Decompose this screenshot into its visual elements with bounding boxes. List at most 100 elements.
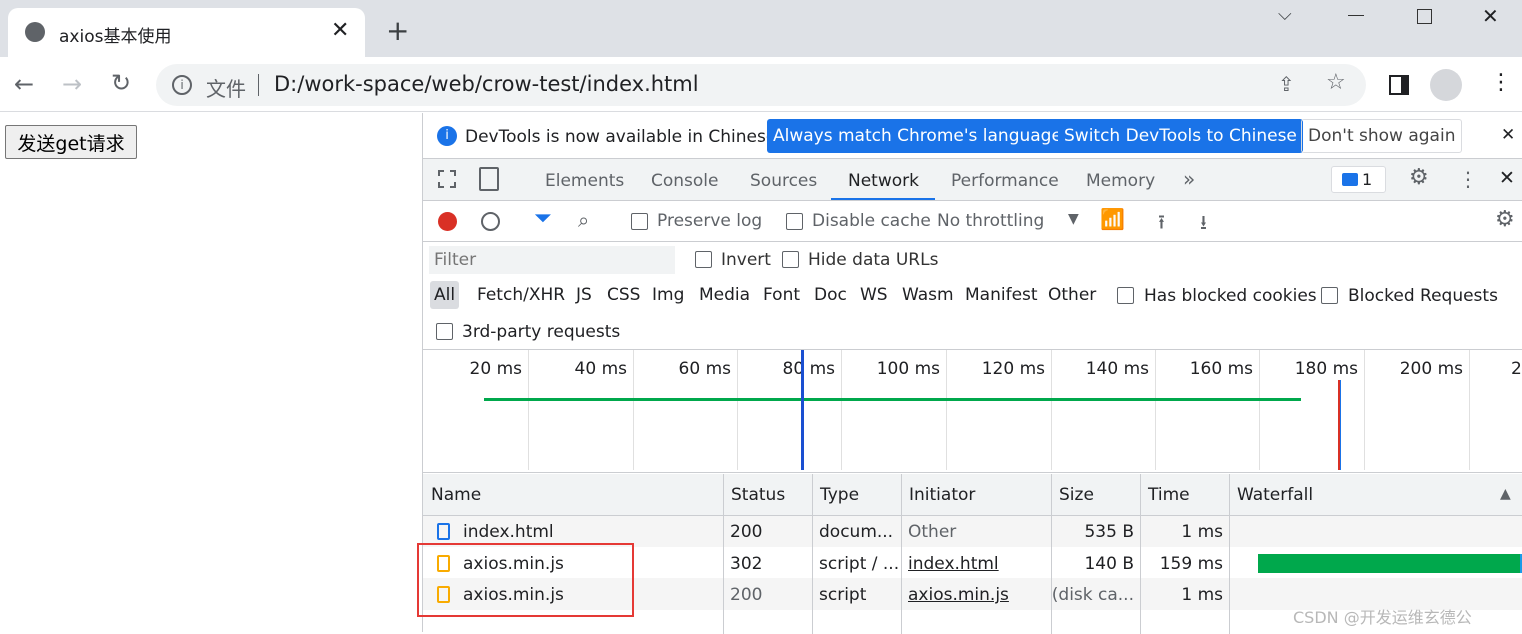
timeline-gridline	[633, 350, 634, 470]
column-header-time[interactable]: Time	[1148, 485, 1190, 505]
hide-data-urls-checkbox[interactable]	[782, 251, 799, 268]
preserve-log-checkbox[interactable]	[631, 213, 648, 230]
column-divider	[1140, 474, 1141, 634]
cell-size: 535 B	[1084, 522, 1134, 542]
cell-size: 140 B	[1084, 553, 1134, 574]
maximize-icon[interactable]	[1417, 9, 1432, 24]
column-divider	[723, 474, 724, 634]
close-infobar-icon[interactable]: ✕	[1501, 125, 1515, 145]
cell-initiator: Other	[908, 522, 957, 542]
column-divider	[1051, 474, 1052, 634]
reload-icon[interactable]: ↻	[111, 69, 131, 97]
infobar-message: DevTools is now available in Chinese!	[465, 127, 784, 147]
send-get-request-button[interactable]: 发送get请求	[5, 125, 137, 159]
sort-ascending-icon[interactable]: ▲	[1500, 486, 1511, 502]
filter-input[interactable]	[429, 246, 675, 274]
address-bar[interactable]: i 文件 D:/work-space/web/crow-test/index.h…	[156, 64, 1366, 106]
settings-gear-icon[interactable]: ⚙	[1409, 165, 1429, 190]
tab-sources[interactable]: Sources	[750, 171, 817, 191]
timeline-gridline	[1051, 350, 1052, 470]
type-filter-other[interactable]: Other	[1048, 285, 1096, 305]
filter-funnel-icon[interactable]: ⏷	[534, 206, 552, 231]
timeline-tick-label: 40 ms	[574, 359, 627, 379]
menu-kebab-icon[interactable]: ⋮	[1490, 70, 1512, 95]
third-party-checkbox[interactable]	[436, 323, 453, 340]
info-icon: i	[437, 126, 457, 146]
bookmark-star-icon[interactable]: ☆	[1326, 70, 1346, 95]
type-filter-doc[interactable]: Doc	[814, 285, 847, 305]
disable-cache-checkbox[interactable]	[786, 213, 803, 230]
search-icon[interactable]: ⌕	[578, 208, 589, 232]
close-devtools-icon[interactable]: ✕	[1499, 167, 1515, 189]
tab-elements[interactable]: Elements	[545, 171, 624, 191]
close-tab-icon[interactable]: ✕	[331, 18, 349, 43]
timeline-tick-label: 140 ms	[1085, 359, 1149, 379]
tab-performance[interactable]: Performance	[951, 171, 1059, 191]
url-prefix: 文件	[206, 77, 246, 101]
type-filter-ws[interactable]: WS	[860, 285, 888, 305]
blocked-requests-checkbox[interactable]	[1321, 287, 1338, 304]
new-tab-icon[interactable]: +	[386, 14, 409, 47]
inspect-element-icon[interactable]	[438, 170, 456, 188]
back-icon[interactable]: ←	[14, 70, 34, 98]
minimize-icon[interactable]	[1348, 15, 1364, 16]
throttling-select[interactable]: No throttling	[937, 211, 1044, 231]
dont-show-again-button[interactable]: Don't show again	[1301, 119, 1463, 153]
devtools-menu-icon[interactable]: ⋮	[1458, 167, 1478, 191]
tab-console[interactable]: Console	[651, 171, 719, 191]
tab-search-icon[interactable]: ⌵	[1278, 4, 1292, 25]
network-conditions-icon[interactable]: 📶	[1100, 207, 1125, 231]
type-filter-img[interactable]: Img	[652, 285, 684, 305]
switch-to-chinese-button[interactable]: Switch DevTools to Chinese	[1058, 119, 1303, 153]
cell-status: 200	[730, 585, 763, 605]
timeline-gridline	[1259, 350, 1260, 470]
blocked-requests-label: Blocked Requests	[1348, 286, 1498, 306]
cell-name[interactable]: index.html	[463, 522, 554, 542]
close-window-icon[interactable]: ✕	[1482, 4, 1499, 28]
message-icon	[1342, 173, 1358, 186]
blocked-cookies-label: Has blocked cookies	[1144, 286, 1317, 306]
timeline-tick-label: 120 ms	[981, 359, 1045, 379]
type-filter-manifest[interactable]: Manifest	[965, 285, 1038, 305]
type-filter-font[interactable]: Font	[763, 285, 800, 305]
timeline-tick-label: 100 ms	[876, 359, 940, 379]
type-filter-fetch-xhr[interactable]: Fetch/XHR	[477, 285, 565, 305]
blocked-cookies-checkbox[interactable]	[1117, 287, 1134, 304]
clear-icon[interactable]	[481, 212, 500, 231]
type-filter-wasm[interactable]: Wasm	[902, 285, 954, 305]
column-header-type[interactable]: Type	[820, 485, 859, 505]
invert-checkbox[interactable]	[695, 251, 712, 268]
tab-network[interactable]: Network	[848, 171, 919, 191]
share-icon[interactable]: ⇪	[1278, 72, 1295, 96]
column-header-initiator[interactable]: Initiator	[909, 485, 975, 505]
network-settings-icon[interactable]: ⚙	[1495, 207, 1515, 232]
timeline-gridline	[1155, 350, 1156, 470]
column-header-size[interactable]: Size	[1059, 485, 1094, 505]
always-match-language-button[interactable]: Always match Chrome's language	[767, 119, 1068, 153]
side-panel-icon[interactable]	[1389, 75, 1409, 95]
device-toolbar-icon[interactable]	[479, 167, 499, 191]
type-filter-js[interactable]: JS	[576, 285, 592, 305]
issues-badge[interactable]: 1	[1331, 166, 1386, 193]
type-filter-all[interactable]: All	[430, 281, 460, 309]
tab-memory[interactable]: Memory	[1086, 171, 1155, 191]
cell-initiator[interactable]: axios.min.js	[908, 585, 1009, 605]
column-header-name[interactable]: Name	[431, 485, 481, 505]
column-header-waterfall[interactable]: Waterfall	[1237, 485, 1313, 505]
more-tabs-icon[interactable]: »	[1183, 167, 1195, 191]
profile-avatar[interactable]	[1430, 69, 1462, 101]
dropdown-arrow-icon[interactable]: ▼	[1068, 211, 1079, 227]
export-har-icon[interactable]: ⭳	[1200, 208, 1207, 242]
timeline-tick-label: 20 ms	[469, 359, 522, 379]
timeline-overview[interactable]: 20 ms 40 ms 60 ms 80 ms 100 ms 120 ms 140 ms 16…	[423, 350, 1522, 473]
type-filter-css[interactable]: CSS	[607, 285, 640, 305]
cell-initiator[interactable]: index.html	[908, 554, 999, 574]
column-header-status[interactable]: Status	[731, 485, 785, 505]
cell-time: 1 ms	[1181, 522, 1223, 542]
record-button[interactable]	[438, 212, 457, 231]
type-filter-media[interactable]: Media	[699, 285, 750, 305]
forward-icon[interactable]: →	[62, 70, 82, 98]
import-har-icon[interactable]: ⭱	[1158, 208, 1165, 242]
network-toolbar: ⏷ ⌕ Preserve log Disable cache No thrott…	[423, 201, 1522, 242]
browser-tab[interactable]: axios基本使用 ✕	[8, 8, 365, 57]
